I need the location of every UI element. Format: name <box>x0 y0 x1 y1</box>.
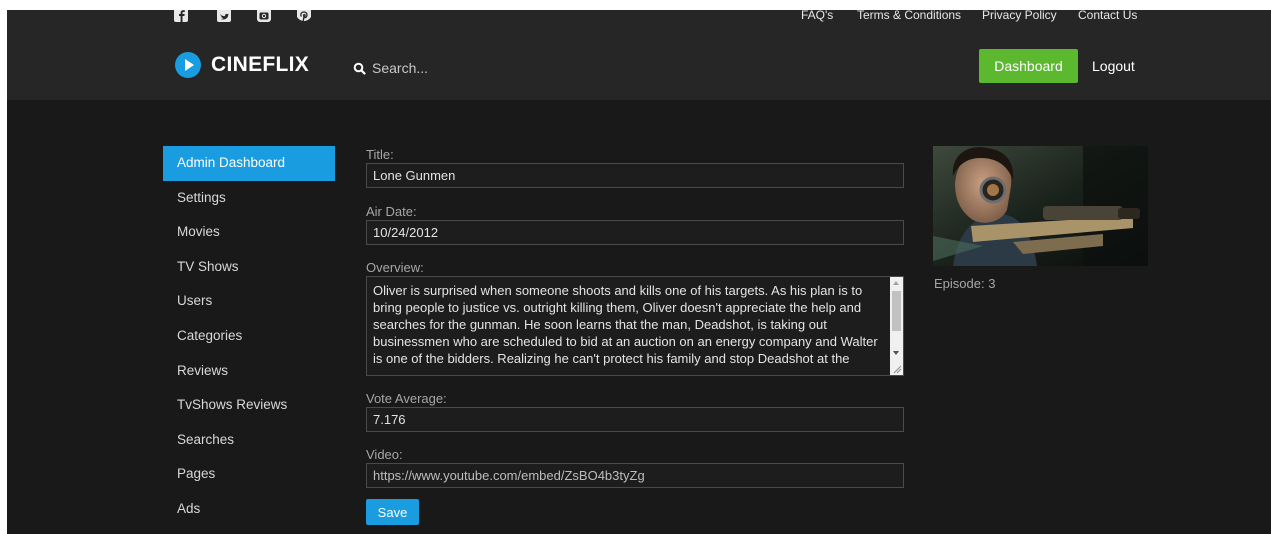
overview-label: Overview: <box>366 260 424 275</box>
title-field[interactable] <box>366 163 904 188</box>
twitter-icon[interactable] <box>217 10 231 22</box>
pinterest-icon[interactable] <box>297 10 311 22</box>
faqs-link[interactable]: FAQ's <box>801 10 833 21</box>
privacy-link[interactable]: Privacy Policy <box>982 10 1057 21</box>
sidebar-item-pages[interactable]: Pages <box>163 457 335 492</box>
sidebar-item-users[interactable]: Users <box>163 284 335 319</box>
admin-sidebar: Admin Dashboard Settings Movies TV Shows… <box>163 146 335 527</box>
sidebar-item-tvshows-reviews[interactable]: TvShows Reviews <box>163 388 335 423</box>
episode-thumbnail <box>933 146 1148 266</box>
search-input[interactable] <box>372 60 622 76</box>
contact-link[interactable]: Contact Us <box>1078 10 1137 21</box>
sidebar-item-ads[interactable]: Ads <box>163 492 335 527</box>
title-label: Title: <box>366 147 394 162</box>
sidebar-item-tv-shows[interactable]: TV Shows <box>163 250 335 285</box>
overview-scrollbar[interactable] <box>890 277 903 375</box>
facebook-icon[interactable] <box>174 10 188 22</box>
brand-logo[interactable]: CINEFLIX <box>175 52 309 78</box>
dashboard-button[interactable]: Dashboard <box>979 49 1078 83</box>
top-header: FAQ's Terms & Conditions Privacy Policy … <box>7 10 1271 100</box>
air-date-field[interactable] <box>366 220 904 245</box>
episode-number: Episode: 3 <box>934 276 996 291</box>
sidebar-item-searches[interactable]: Searches <box>163 423 335 458</box>
play-logo-icon <box>175 52 201 78</box>
search-icon[interactable] <box>353 62 366 75</box>
overview-text: Oliver is surprised when someone shoots … <box>373 283 878 366</box>
video-label: Video: <box>366 447 403 462</box>
sidebar-item-reviews[interactable]: Reviews <box>163 354 335 389</box>
resize-grip-icon[interactable] <box>892 364 902 374</box>
sidebar-item-categories[interactable]: Categories <box>163 319 335 354</box>
scroll-down-arrow-icon[interactable] <box>893 351 899 355</box>
sidebar-item-movies[interactable]: Movies <box>163 215 335 250</box>
overview-textarea[interactable]: Oliver is surprised when someone shoots … <box>366 276 904 376</box>
scroll-thumb[interactable] <box>892 291 901 331</box>
save-button[interactable]: Save <box>366 499 419 525</box>
video-url-field[interactable] <box>366 463 904 488</box>
vote-average-field[interactable] <box>366 407 904 432</box>
app-frame: FAQ's Terms & Conditions Privacy Policy … <box>7 10 1271 534</box>
terms-link[interactable]: Terms & Conditions <box>857 10 961 21</box>
logout-link[interactable]: Logout <box>1092 58 1135 74</box>
scroll-up-arrow-icon[interactable] <box>893 281 899 285</box>
sidebar-item-admin-dashboard[interactable]: Admin Dashboard <box>163 146 335 181</box>
air-date-label: Air Date: <box>366 204 417 219</box>
brand-name: CINEFLIX <box>211 53 310 76</box>
vote-average-label: Vote Average: <box>366 391 447 406</box>
search-bar <box>353 57 653 79</box>
sidebar-item-settings[interactable]: Settings <box>163 181 335 216</box>
instagram-icon[interactable] <box>257 10 271 22</box>
